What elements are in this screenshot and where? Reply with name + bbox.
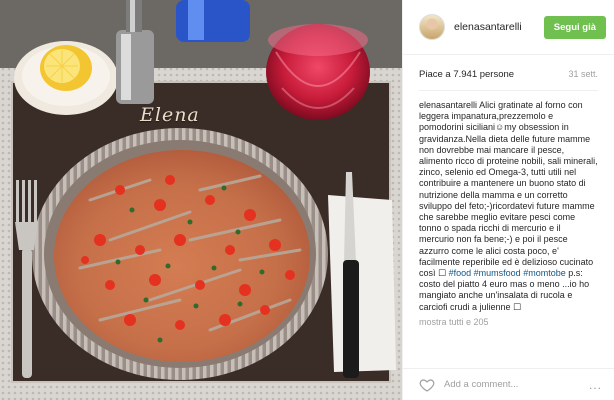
timestamp[interactable]: 31 sett. — [568, 69, 598, 79]
hashtag-link[interactable]: #mumsfood — [474, 268, 521, 278]
likes-count[interactable]: Piace a 7.941 persone — [419, 69, 514, 80]
view-all-comments-link[interactable]: mostra tutti e 205 — [419, 317, 598, 327]
heart-icon[interactable] — [419, 377, 435, 393]
post-photo[interactable]: Elena — [0, 0, 402, 400]
comment-bar: ... — [403, 368, 614, 400]
comment-input[interactable] — [444, 379, 589, 390]
post-header: elenasantarelli Segui già — [403, 0, 614, 55]
hashtag-link[interactable]: #food — [449, 268, 472, 278]
post-body: Piace a 7.941 persone 31 sett. elenasant… — [403, 55, 614, 368]
more-options-icon[interactable]: ... — [589, 378, 602, 392]
instagram-post: Elena elenasantarelli Segui già Piace a … — [0, 0, 614, 400]
placemat-embroidery: Elena — [140, 104, 200, 126]
caption: elenasantarelli Alici gratinate al forno… — [419, 91, 598, 313]
hashtag-link[interactable]: #momtobe — [523, 268, 566, 278]
username-link[interactable]: elenasantarelli — [454, 21, 544, 33]
photo-illustration — [0, 0, 402, 400]
follow-button[interactable]: Segui già — [543, 15, 606, 39]
likes-row: Piace a 7.941 persone 31 sett. — [419, 55, 598, 91]
caption-username[interactable]: elenasantarelli — [419, 100, 477, 110]
avatar[interactable] — [419, 14, 445, 40]
caption-text: Alici gratinate al forno con leggera imp… — [419, 100, 598, 279]
post-sidebar: elenasantarelli Segui già Piace a 7.941 … — [402, 0, 614, 400]
